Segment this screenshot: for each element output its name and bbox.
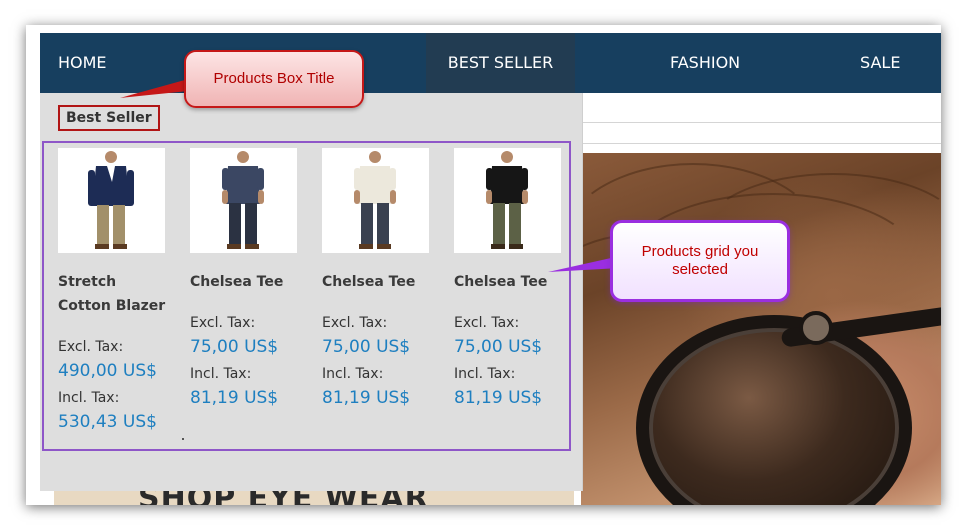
product-name[interactable]: Chelsea Tee <box>190 270 310 294</box>
nav-item-fashion[interactable]: FASHION <box>670 33 740 93</box>
nav-item-best-seller[interactable]: BEST SELLER <box>426 33 575 93</box>
product-image[interactable] <box>190 148 297 253</box>
callout-text: Products grid you selected <box>641 243 759 278</box>
incl-tax-price: 81,19 US$ <box>190 388 279 408</box>
nav-item-home[interactable]: HOME <box>58 33 107 93</box>
hero-image-woman-sunglasses[interactable] <box>581 153 941 505</box>
incl-tax-price: 530,43 US$ <box>58 412 157 432</box>
product-prices: Excl. Tax: 75,00 US$ Incl. Tax: 81,19 US… <box>322 313 442 415</box>
incl-tax-label: Incl. Tax: <box>454 366 516 382</box>
product-prices: Excl. Tax: 75,00 US$ Incl. Tax: 81,19 US… <box>190 313 310 415</box>
incl-tax-price: 81,19 US$ <box>322 388 411 408</box>
product-name-line: Cotton Blazer <box>58 298 166 314</box>
products-box-title-callout: Products Box Title <box>184 50 364 108</box>
product-name[interactable]: Stretch Cotton Blazer <box>58 270 178 318</box>
excl-tax-label: Excl. Tax: <box>454 315 520 331</box>
excl-tax-label: Excl. Tax: <box>58 339 124 355</box>
nav-item-sale[interactable]: SALE <box>860 33 900 93</box>
divider <box>580 143 941 144</box>
products-grid-callout: Products grid you selected <box>610 220 790 302</box>
incl-tax-price: 81,19 US$ <box>454 388 543 408</box>
product-image[interactable] <box>322 148 429 253</box>
product-name-line: Chelsea Tee <box>454 274 548 290</box>
excl-tax-price: 75,00 US$ <box>454 337 543 357</box>
product-image[interactable] <box>58 148 165 253</box>
excl-tax-price: 75,00 US$ <box>190 337 279 357</box>
product-image[interactable] <box>454 148 561 253</box>
divider <box>580 122 941 123</box>
product-prices: Excl. Tax: 75,00 US$ Incl. Tax: 81,19 US… <box>454 313 574 415</box>
screenshot-frame: SHOP EYE WEAR HOME BEST SELLER FASHION S… <box>26 25 941 505</box>
sunglasses-hinge <box>799 311 833 345</box>
products-box-title: Best Seller <box>58 105 160 131</box>
callout-text: Products Box Title <box>213 70 335 87</box>
product-name-line: Stretch <box>58 274 117 290</box>
incl-tax-label: Incl. Tax: <box>190 366 252 382</box>
product-name-line: Chelsea Tee <box>190 274 284 290</box>
product-name-line: Chelsea Tee <box>322 274 416 290</box>
product-name[interactable]: Chelsea Tee <box>322 270 442 294</box>
excl-tax-price: 75,00 US$ <box>322 337 411 357</box>
incl-tax-label: Incl. Tax: <box>58 390 120 406</box>
best-seller-dropdown: Best Seller Stretch Cotton Blazer Excl. … <box>40 93 583 491</box>
product-name[interactable]: Chelsea Tee <box>454 270 574 294</box>
excl-tax-label: Excl. Tax: <box>322 315 388 331</box>
product-prices: Excl. Tax: 490,00 US$ Incl. Tax: 530,43 … <box>58 337 178 439</box>
stray-dot <box>182 438 184 440</box>
products-grid: Stretch Cotton Blazer Excl. Tax: 490,00 … <box>42 141 571 451</box>
excl-tax-label: Excl. Tax: <box>190 315 256 331</box>
incl-tax-label: Incl. Tax: <box>322 366 384 382</box>
excl-tax-price: 490,00 US$ <box>58 361 157 381</box>
main-navigation: HOME BEST SELLER FASHION SALE <box>40 33 941 93</box>
